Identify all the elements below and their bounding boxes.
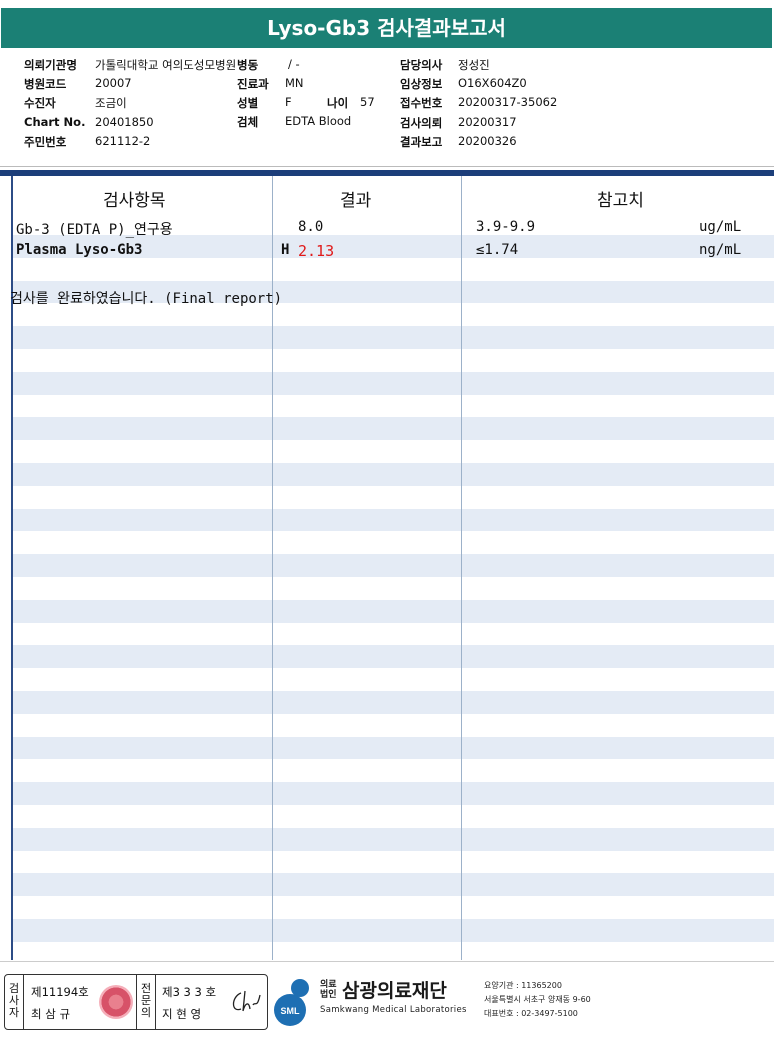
sex-label: 성별 xyxy=(237,96,259,110)
test-request-value: 20200317 xyxy=(458,115,517,129)
result-report-label: 결과보고 xyxy=(400,135,443,149)
clinical-info-value: O16X604Z0 xyxy=(458,76,527,90)
report-title: Lyso-Gb3 검사결과보고서 xyxy=(1,8,772,48)
signature-box: 검사자 제11194호 최 삼 규 전문의 제3 3 3 호 지 현 영 xyxy=(4,974,268,1030)
table-stripe-row xyxy=(12,645,774,669)
header-result: 결과 xyxy=(340,191,372,211)
specialist-license: 제3 3 3 호 xyxy=(162,985,217,999)
department-label: 진료과 xyxy=(237,77,269,91)
table-stripe-row xyxy=(12,691,774,714)
results-table: 검사항목 결과 참고치 Gb-3 (EDTA P)_연구용 8.0 3.9-9.… xyxy=(0,176,774,960)
doctor-label: 담당의사 xyxy=(400,58,443,72)
table-stripe-row xyxy=(12,736,774,760)
row2-unit: ng/mL xyxy=(699,242,742,258)
sex-value: F xyxy=(285,95,292,109)
hospital-code-label: 병원코드 xyxy=(24,77,67,91)
table-stripe-row xyxy=(12,554,774,577)
org-address: 서울특별시 서초구 양재동 9-60 xyxy=(484,995,591,1004)
row2-flag: H xyxy=(281,242,290,258)
result-report-value: 20200326 xyxy=(458,134,517,148)
org-name-en: Samkwang Medical Laboratories xyxy=(320,1005,467,1015)
doctor-value: 정성진 xyxy=(458,58,490,72)
row1-result: 8.0 xyxy=(298,219,324,235)
row1-item: Gb-3 (EDTA P)_연구용 xyxy=(16,222,173,238)
table-stripe-row xyxy=(12,417,774,441)
department-value: MN xyxy=(285,76,304,90)
table-stripe-row xyxy=(12,599,774,623)
tester-name: 최 삼 규 xyxy=(31,1007,71,1021)
row2-item: Plasma Lyso-Gb3 xyxy=(16,242,143,258)
org-phone: 대표번호 : 02-3497-5100 xyxy=(484,1009,578,1018)
sml-logo-icon: SML xyxy=(274,979,309,1026)
table-stripe-row xyxy=(12,508,774,532)
requesting-org-value: 가톨릭대학교 여의도성모병원 xyxy=(95,58,237,72)
table-stripe-row xyxy=(12,371,774,395)
patient-value: 조금이 xyxy=(95,96,127,110)
ward-value: / - xyxy=(288,57,300,71)
receipt-no-label: 접수번호 xyxy=(400,96,443,110)
row2-result: 2.13 xyxy=(298,242,335,260)
table-stripe-row xyxy=(12,827,774,851)
tester-vertical-label: 검사자 xyxy=(8,982,20,1019)
age-value: 57 xyxy=(360,95,375,109)
header-test-item: 검사항목 xyxy=(103,191,166,211)
table-stripe-row xyxy=(12,919,774,942)
footer-rule xyxy=(0,961,774,962)
row1-unit: ug/mL xyxy=(699,219,742,235)
resident-no-value: 621112-2 xyxy=(95,134,151,148)
row1-reference: 3.9-9.9 xyxy=(476,219,536,235)
row2-reference: ≤1.74 xyxy=(476,242,519,258)
org-type-label: 의료 법인 xyxy=(320,980,337,1000)
institution-code: 요양기관 : 11365200 xyxy=(484,981,562,990)
tester-license: 제11194호 xyxy=(31,985,89,999)
requesting-org-label: 의뢰기관명 xyxy=(24,58,77,72)
patient-info-panel: 의뢰기관명 가톨릭대학교 여의도성모병원 병동 / - 담당의사 정성진 병원코… xyxy=(0,48,774,167)
header-reference: 참고치 xyxy=(597,191,644,211)
table-stripe-row xyxy=(12,326,774,349)
signature-image xyxy=(232,990,261,1012)
specialist-vertical-label: 전문의 xyxy=(140,982,152,1019)
hospital-code-value: 20007 xyxy=(95,76,132,90)
chart-no-value: 20401850 xyxy=(95,115,154,129)
table-stripe-row xyxy=(12,782,774,805)
final-report-note: 검사를 완료하였습니다. (Final report) xyxy=(10,291,283,307)
age-label: 나이 xyxy=(327,96,349,110)
official-seal-stamp xyxy=(99,985,133,1019)
test-request-label: 검사의뢰 xyxy=(400,116,443,130)
specimen-value: EDTA Blood xyxy=(285,114,352,128)
clinical-info-label: 임상정보 xyxy=(400,77,443,91)
specialist-name: 지 현 영 xyxy=(162,1007,202,1021)
org-name: 삼광의료재단 xyxy=(342,980,447,1002)
table-stripe-row xyxy=(12,463,774,486)
table-stripe-row xyxy=(12,873,774,897)
svg-text:SML: SML xyxy=(281,1006,301,1016)
ward-label: 병동 xyxy=(237,58,259,72)
column-divider-2 xyxy=(461,176,462,960)
patient-label: 수진자 xyxy=(24,96,56,110)
receipt-no-value: 20200317-35062 xyxy=(458,95,558,109)
resident-no-label: 주민번호 xyxy=(24,135,67,149)
chart-no-label: Chart No. xyxy=(24,115,86,129)
specimen-label: 검체 xyxy=(237,115,259,129)
